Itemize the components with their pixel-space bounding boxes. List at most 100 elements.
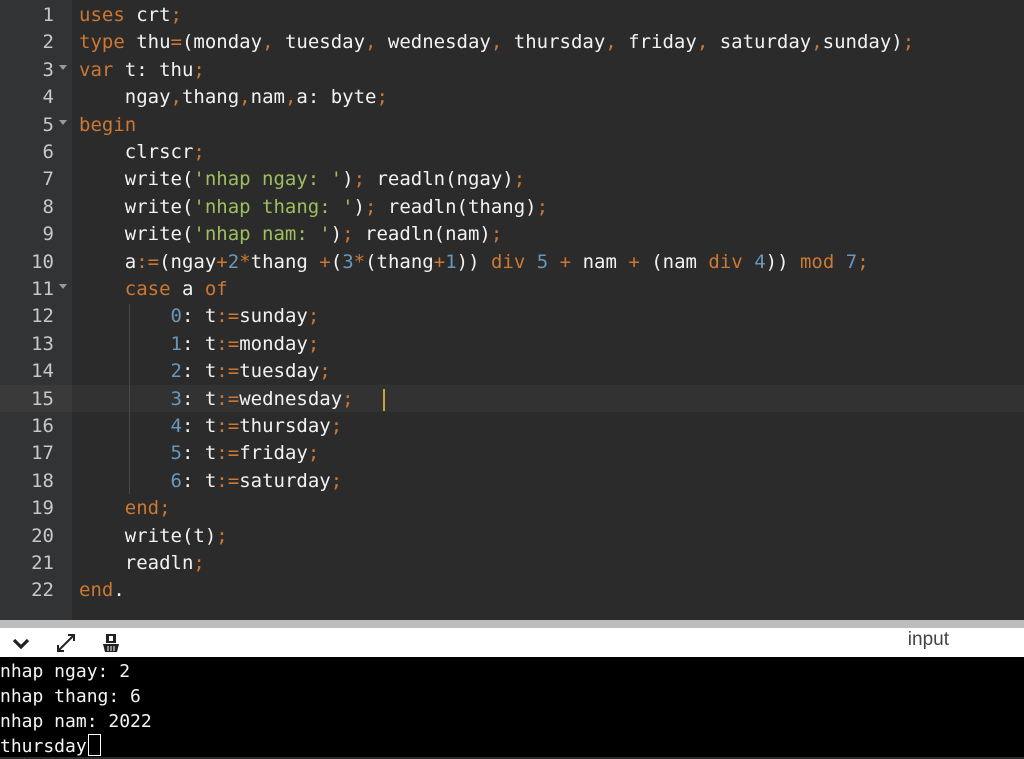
code-line[interactable]: 7 write('nhap ngay: '); readln(ngay);: [0, 165, 1024, 192]
code-token: *: [353, 250, 366, 273]
code-token: thu: [124, 31, 171, 54]
code-token: a: [170, 278, 205, 300]
line-number-cell: 5: [0, 111, 72, 138]
code-token: end: [79, 579, 114, 602]
code-text: type thu=(monday, tuesday, wednesday, th…: [79, 29, 914, 56]
code-token: ;: [193, 58, 205, 81]
line-number: 16: [31, 415, 54, 437]
text-cursor: [383, 389, 385, 411]
code-line[interactable]: 9 write('nhap nam: '); readln(nam);: [0, 220, 1024, 247]
code-token: :=: [216, 360, 240, 383]
code-editor[interactable]: 1 uses crt; 2 type thu=(monday, tuesday, we…: [0, 0, 1024, 620]
code-text: clrscr;: [79, 139, 205, 166]
line-number: 18: [31, 469, 54, 492]
code-token: ;: [330, 469, 343, 492]
code-token: ;: [170, 4, 182, 26]
line-number: 5: [42, 113, 54, 136]
code-line[interactable]: 17 5: t:=friday;: [0, 439, 1024, 466]
code-line[interactable]: 2 type thu=(monday, tuesday, wednesday, t…: [0, 28, 1024, 55]
code-token: +: [319, 250, 331, 273]
code-token: 4: [754, 250, 766, 273]
code-token: : t: [181, 442, 217, 465]
code-token: readln(nam): [353, 223, 491, 246]
code-token: readln: [79, 552, 194, 574]
code-line[interactable]: 8 write('nhap thang: '); readln(thang);: [0, 193, 1024, 220]
line-number-cell: 3: [0, 56, 72, 83]
code-line[interactable]: 5 begin: [0, 111, 1024, 138]
code-token: ;: [513, 168, 526, 191]
code-line[interactable]: 14 2: t:=tuesday;: [0, 357, 1024, 384]
code-line[interactable]: 10 a:=(ngay+2*thang +(3*(thang+1)) div 5…: [0, 248, 1024, 275]
code-token: (monday: [181, 31, 263, 54]
line-number: 11: [31, 278, 54, 300]
code-line[interactable]: 11 case a of: [0, 275, 1024, 302]
code-line[interactable]: 22 end.: [0, 576, 1024, 603]
code-line[interactable]: 15 3: t:=wednesday;: [0, 384, 1024, 412]
code-token: 1: [445, 250, 457, 273]
line-number-cell: 2: [0, 28, 72, 55]
panel-divider[interactable]: [0, 620, 1024, 628]
line-number: 9: [42, 223, 54, 246]
fold-arrow-icon[interactable]: [59, 64, 67, 70]
code-token: :=: [216, 305, 240, 328]
line-number: 4: [42, 86, 54, 109]
chevron-down-icon[interactable]: [10, 632, 32, 654]
line-number-cell: 8: [0, 193, 72, 220]
code-token: ,: [284, 86, 297, 109]
line-number: 14: [31, 360, 54, 383]
code-line[interactable]: 21 readln;: [0, 549, 1024, 576]
code-token: ;: [342, 223, 354, 246]
code-line[interactable]: 16 4: t:=thursday;: [0, 412, 1024, 439]
code-token: ;: [193, 552, 205, 574]
code-token: ): [342, 168, 354, 191]
code-line[interactable]: 4 ngay,thang,nam,a: byte;: [0, 83, 1024, 110]
fold-arrow-icon[interactable]: [59, 119, 67, 125]
indent-guide: [129, 304, 130, 494]
code-token: a: [79, 250, 137, 273]
code-line[interactable]: 6 clrscr;: [0, 138, 1024, 165]
code-token: : t: [181, 415, 217, 437]
code-token: ;: [902, 31, 915, 54]
code-token: ,: [365, 31, 377, 54]
code-token: div: [490, 250, 526, 273]
code-token: (: [330, 250, 343, 273]
line-number-cell: 7: [0, 165, 72, 192]
code-token: ,: [239, 86, 251, 109]
line-number-cell: 19: [0, 494, 72, 521]
code-token: ;: [857, 250, 869, 273]
console-output[interactable]: nhap ngay: 2 nhap thang: 6 nhap nam: 2022 t…: [0, 657, 1024, 757]
code-token: +: [559, 250, 572, 273]
code-line[interactable]: 19 end;: [0, 494, 1024, 521]
code-text: readln;: [79, 550, 205, 577]
line-number-cell: 12: [0, 302, 72, 329]
code-token: :=: [136, 250, 160, 273]
console-line: nhap ngay: 2: [0, 659, 130, 684]
code-line[interactable]: 12 0: t:=sunday;: [0, 302, 1024, 329]
code-token: type: [79, 31, 125, 54]
code-line[interactable]: 13 1: t:=monday;: [0, 330, 1024, 357]
code-token: 4: [170, 415, 182, 437]
expand-icon[interactable]: [55, 632, 77, 654]
code-text: 2: t:=tuesday;: [79, 358, 331, 385]
line-number-cell: 20: [0, 522, 72, 549]
code-line[interactable]: 3 var t: thu;: [0, 56, 1024, 83]
code-token: 6: [170, 469, 182, 492]
code-token: readln(thang): [376, 195, 537, 218]
code-token: uses: [79, 4, 125, 26]
clear-icon[interactable]: [100, 632, 122, 654]
code-token: : t: [181, 387, 217, 410]
code-token: 3: [342, 250, 354, 273]
code-token: wednesday: [239, 387, 343, 410]
code-token: ;: [490, 223, 503, 246]
code-line[interactable]: 20 write(t);: [0, 522, 1024, 549]
code-line[interactable]: 18 6: t:=saturday;: [0, 467, 1024, 494]
code-token: : t: [181, 469, 217, 492]
line-number-cell: 21: [0, 549, 72, 576]
code-token: ;: [342, 387, 354, 410]
code-line[interactable]: 1 uses crt;: [0, 1, 1024, 28]
fold-arrow-icon[interactable]: [59, 284, 67, 289]
console-toolbar: input: [0, 628, 1024, 657]
